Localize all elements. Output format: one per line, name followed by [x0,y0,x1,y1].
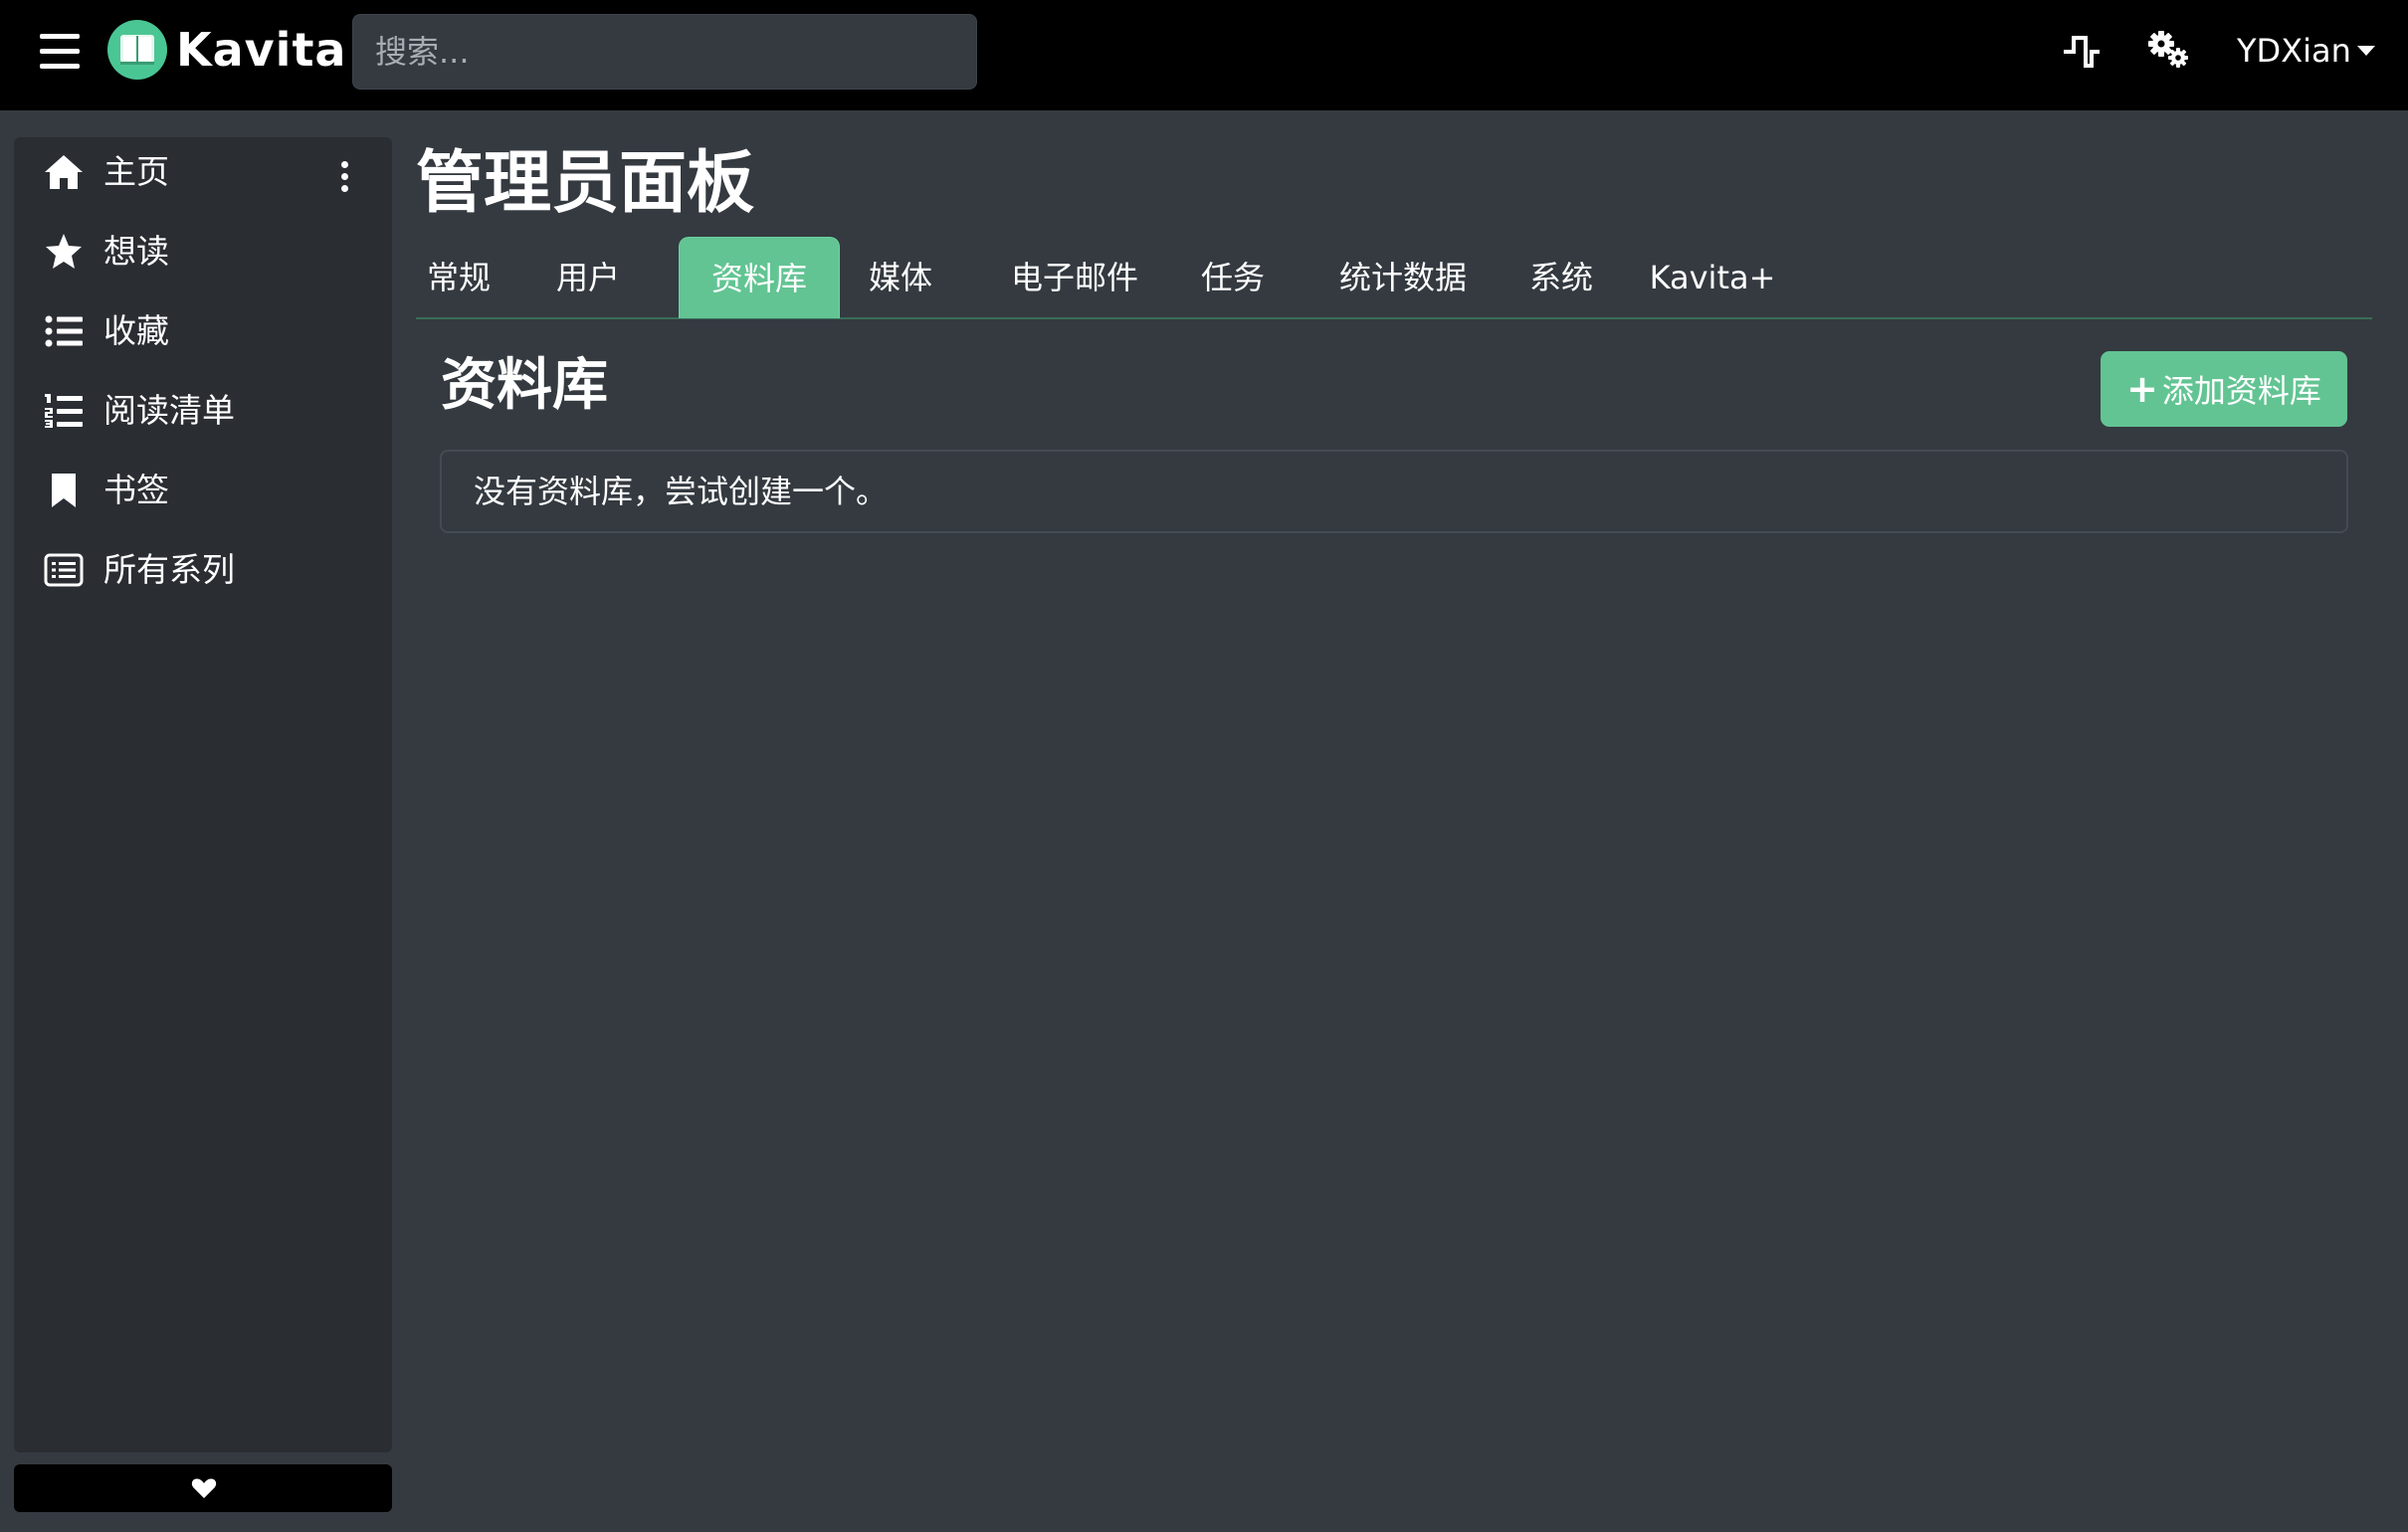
sidebar-item-collections[interactable]: 收藏 [14,296,392,366]
sidebar-item-label: 收藏 [103,311,169,350]
user-name: YDXian [2237,32,2351,70]
activity-pulse-icon[interactable] [2062,34,2102,74]
user-menu-dropdown[interactable]: YDXian [2237,28,2375,74]
home-icon [42,151,86,193]
admin-tabs: 常规 用户 资料库 媒体 电子邮件 任务 统计数据 系统 Kavita+ [416,237,2372,319]
sidebar-item-all-series[interactable]: 所有系列 [14,535,392,605]
search-input[interactable] [352,14,977,90]
sidebar-item-reading-lists[interactable]: 阅读清单 [14,376,392,446]
sidebar: 主页 想读 收藏 阅读清单 书签 所有系列 [14,137,392,1452]
list-alt-icon [42,549,86,591]
tab-libraries[interactable]: 资料库 [679,237,840,318]
bookmark-icon [42,470,86,511]
heart-icon [191,1478,217,1498]
sidebar-item-label: 主页 [103,152,169,191]
section-title: 资料库 [441,353,608,418]
empty-libraries-message: 没有资料库，尝试创建一个。 [440,450,2348,533]
sidebar-item-bookmarks[interactable]: 书签 [14,456,392,525]
top-navbar: Kavita YDXian [0,0,2408,110]
sidebar-item-label: 所有系列 [103,550,235,589]
tab-system[interactable]: 系统 [1518,237,1604,318]
tab-tasks[interactable]: 任务 [1190,237,1276,318]
hamburger-menu-icon[interactable] [40,34,80,70]
page-title: 管理员面板 [416,144,755,223]
list-ol-icon [42,390,86,432]
tab-statistics[interactable]: 统计数据 [1323,237,1483,318]
sidebar-item-label: 书签 [103,471,169,509]
kavita-logo-icon[interactable] [107,20,167,80]
tab-kavita-plus[interactable]: Kavita+ [1648,237,1777,318]
plus-icon: + [2126,367,2158,411]
gears-icon[interactable] [2146,30,2190,74]
tab-users[interactable]: 用户 [545,237,631,318]
tab-email[interactable]: 电子邮件 [995,237,1154,318]
donate-button[interactable] [14,1464,392,1512]
tab-general[interactable]: 常规 [416,237,502,318]
add-library-button[interactable]: + 添加资料库 [2101,351,2347,427]
add-library-label: 添加资料库 [2161,372,2321,410]
brand-name[interactable]: Kavita [176,20,346,80]
sidebar-item-label: 想读 [103,232,169,271]
list-icon [42,310,86,352]
sidebar-item-label: 阅读清单 [103,391,235,430]
sidebar-item-home[interactable]: 主页 [14,137,392,207]
caret-down-icon [2356,46,2375,56]
sidebar-item-want-to-read[interactable]: 想读 [14,217,392,287]
star-icon [42,231,86,273]
tab-media[interactable]: 媒体 [858,237,943,318]
more-options-icon[interactable] [337,161,351,195]
